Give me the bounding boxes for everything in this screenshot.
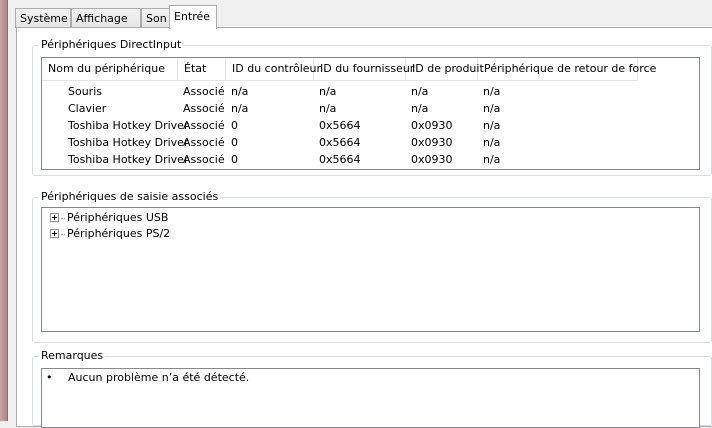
vendor-id: n/a xyxy=(319,102,337,115)
column-header-retour-force[interactable]: Périphérique de retour de force xyxy=(478,58,656,81)
column-header-id-produit[interactable]: ID de produit xyxy=(406,58,484,81)
tree-node-label: Périphériques USB xyxy=(67,211,169,224)
tab-entree[interactable]: Entrée xyxy=(169,5,217,29)
window-edge xyxy=(0,0,8,421)
tree-node-ps2[interactable]: Périphériques PS/2 xyxy=(50,226,170,242)
bullet-icon: • xyxy=(46,371,53,384)
force-feedback: n/a xyxy=(483,119,501,132)
force-feedback: n/a xyxy=(483,136,501,149)
column-header-id-controleur[interactable]: ID du contrôleur xyxy=(226,58,321,81)
column-header-etat[interactable]: État xyxy=(178,58,226,81)
tree-node-label: Périphériques PS/2 xyxy=(67,227,171,240)
expand-icon[interactable] xyxy=(50,212,59,222)
controller-id: 0 xyxy=(231,136,238,149)
notes-box[interactable]: • Aucun problème n’a été détecté. xyxy=(41,368,700,428)
device-name: Souris xyxy=(68,85,102,98)
vendor-id: 0x5664 xyxy=(319,153,361,166)
vendor-id: n/a xyxy=(319,85,337,98)
product-id: 0x0930 xyxy=(411,153,453,166)
product-id: n/a xyxy=(411,85,429,98)
controller-id: 0 xyxy=(231,119,238,132)
product-id: n/a xyxy=(411,102,429,115)
tree-connector xyxy=(61,217,65,219)
controller-id: 0 xyxy=(231,153,238,166)
note-text: Aucun problème n’a été détecté. xyxy=(68,371,250,384)
directinput-list-header: Nom du périphérique État ID du contrôleu… xyxy=(42,58,656,81)
force-feedback: n/a xyxy=(483,153,501,166)
device-name: Toshiba Hotkey Driver xyxy=(68,153,189,166)
table-row[interactable]: Toshiba Hotkey Driver Associé 0 0x5664 0… xyxy=(42,151,692,168)
device-status: Associé xyxy=(183,153,225,166)
tree-node-usb[interactable]: Périphériques USB xyxy=(50,210,168,226)
device-name: Toshiba Hotkey Driver xyxy=(68,119,189,132)
device-name: Clavier xyxy=(68,102,107,115)
device-status: Associé xyxy=(183,102,225,115)
column-header-nom[interactable]: Nom du périphérique xyxy=(42,58,178,81)
tab-label: Affichage xyxy=(76,12,128,25)
tree-connector xyxy=(61,233,65,235)
table-row[interactable]: Toshiba Hotkey Driver Associé 0 0x5664 0… xyxy=(42,117,692,134)
notes-group-title: Remarques xyxy=(39,349,106,362)
force-feedback: n/a xyxy=(483,85,501,98)
input-devices-group-title: Périphériques de saisie associés xyxy=(39,190,221,203)
device-status: Associé xyxy=(183,85,225,98)
tab-affichage[interactable]: Affichage xyxy=(71,8,141,28)
directinput-list[interactable]: Nom du périphérique État ID du contrôleu… xyxy=(41,57,700,170)
product-id: 0x0930 xyxy=(411,119,453,132)
vendor-id: 0x5664 xyxy=(319,136,361,149)
directinput-group-title: Périphériques DirectInput xyxy=(39,38,184,51)
controller-id: n/a xyxy=(231,85,249,98)
table-row[interactable]: Clavier Associé n/a n/a n/a n/a xyxy=(42,100,692,117)
tab-systeme[interactable]: Système xyxy=(15,8,71,28)
tab-label: Système xyxy=(20,12,68,25)
table-row[interactable]: Toshiba Hotkey Driver Associé 0 0x5664 0… xyxy=(42,134,692,151)
column-header-id-fournisseur[interactable]: ID du fournisseur xyxy=(314,58,414,81)
expand-icon[interactable] xyxy=(50,228,59,238)
table-row[interactable]: Souris Associé n/a n/a n/a n/a xyxy=(42,83,692,100)
input-devices-tree[interactable]: Périphériques USB Périphériques PS/2 xyxy=(41,207,700,332)
device-name: Toshiba Hotkey Driver xyxy=(68,136,189,149)
force-feedback: n/a xyxy=(483,102,501,115)
tab-label: Son xyxy=(146,12,167,25)
vendor-id: 0x5664 xyxy=(319,119,361,132)
controller-id: n/a xyxy=(231,102,249,115)
tab-label: Entrée xyxy=(174,10,211,23)
product-id: 0x0930 xyxy=(411,136,453,149)
device-status: Associé xyxy=(183,136,225,149)
device-status: Associé xyxy=(183,119,225,132)
